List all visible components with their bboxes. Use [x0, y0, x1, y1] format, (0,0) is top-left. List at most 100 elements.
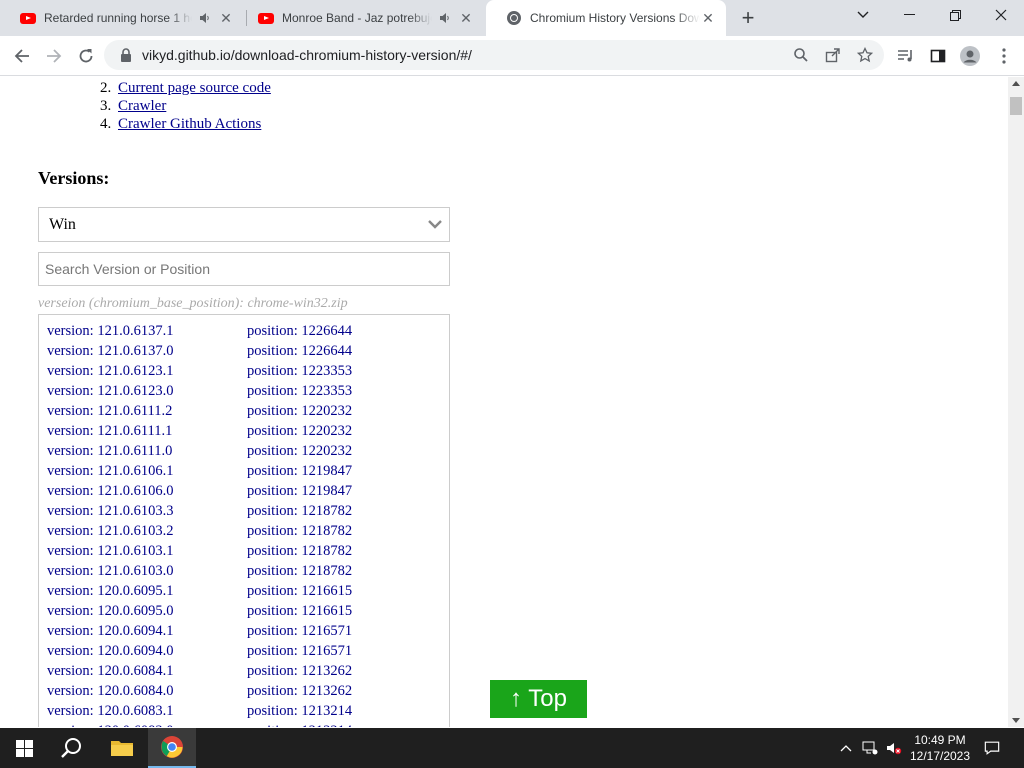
menu-button[interactable] [990, 42, 1018, 70]
more-vertical-icon [1002, 48, 1006, 64]
platform-select-value: Win [49, 215, 76, 233]
version-row[interactable]: version: 121.0.6123.0 position: 1223353 [39, 381, 449, 401]
speaker-icon[interactable] [198, 11, 212, 25]
position-label: position: 1216571 [247, 623, 353, 639]
tab-chromium-history[interactable]: Chromium History Versions Dow ✕ [486, 0, 726, 36]
search-icon [61, 738, 81, 758]
version-row[interactable]: version: 120.0.6084.0 position: 1213262 [39, 681, 449, 701]
position-label: position: 1218782 [247, 503, 353, 519]
platform-select[interactable]: Win [38, 207, 450, 242]
version-row[interactable]: version: 120.0.6094.1 position: 1216571 [39, 621, 449, 641]
version-label: version: 120.0.6084.0 [47, 683, 174, 699]
chrome-taskbar-button[interactable] [148, 728, 196, 768]
search-input[interactable]: Search Version or Position [38, 252, 450, 286]
position-label: position: 1219847 [247, 463, 353, 479]
restore-button[interactable] [932, 0, 978, 30]
tab-youtube-horse[interactable]: Retarded running horse 1 ho ✕ [0, 0, 244, 36]
new-tab-button[interactable]: + [736, 5, 760, 30]
version-row[interactable]: version: 121.0.6123.1 position: 1223353 [39, 361, 449, 381]
network-icon[interactable] [862, 740, 878, 756]
minimize-icon [903, 14, 915, 15]
crawler-link[interactable]: Crawler [118, 98, 166, 114]
search-placeholder: Search Version or Position [45, 261, 210, 277]
system-clock[interactable]: 10:49 PM 12/17/2023 [908, 732, 972, 764]
share-icon[interactable] [822, 44, 844, 66]
version-row[interactable]: version: 120.0.6094.0 position: 1216571 [39, 641, 449, 661]
version-label: version: 121.0.6137.0 [47, 343, 174, 359]
chevron-up-icon[interactable] [838, 740, 854, 756]
version-row[interactable]: version: 121.0.6137.0 position: 1226644 [39, 341, 449, 361]
tab-search-button[interactable] [840, 0, 886, 30]
side-panel-icon [930, 49, 946, 63]
version-row[interactable]: version: 121.0.6103.0 position: 1218782 [39, 561, 449, 581]
close-icon[interactable]: ✕ [700, 10, 716, 26]
close-window-button[interactable] [978, 0, 1024, 30]
forward-button[interactable] [40, 42, 68, 70]
version-row[interactable]: version: 121.0.6106.1 position: 1219847 [39, 461, 449, 481]
version-row[interactable]: version: 121.0.6103.3 position: 1218782 [39, 501, 449, 521]
back-button[interactable] [8, 42, 36, 70]
scroll-up-arrow-icon[interactable] [1012, 81, 1020, 86]
media-queue-icon [898, 50, 912, 62]
version-row[interactable]: version: 121.0.6137.1 position: 1226644 [39, 321, 449, 341]
version-row[interactable]: version: 121.0.6103.1 position: 1218782 [39, 541, 449, 561]
tab-youtube-monroe[interactable]: Monroe Band - Jaz potrebuje ✕ [238, 0, 484, 36]
version-row[interactable]: version: 120.0.6083.1 position: 1213214 [39, 701, 449, 721]
chromium-icon [506, 10, 522, 26]
start-button[interactable] [0, 728, 48, 768]
back-to-top-button[interactable]: ↑ Top [490, 680, 587, 718]
lock-icon[interactable] [118, 47, 134, 63]
position-label: position: 1226644 [247, 323, 353, 339]
zoom-search-icon[interactable] [790, 44, 812, 66]
position-label: position: 1213214 [247, 703, 353, 719]
file-explorer-button[interactable] [98, 728, 146, 768]
version-row[interactable]: version: 121.0.6111.2 position: 1220232 [39, 401, 449, 421]
position-label: position: 1220232 [247, 403, 353, 419]
notifications-icon[interactable] [984, 740, 1000, 756]
chrome-icon [161, 736, 183, 758]
page-scrollbar[interactable] [1008, 77, 1024, 727]
position-label: position: 1223353 [247, 383, 353, 399]
version-list[interactable]: version: 121.0.6137.1 position: 1226644 ve… [38, 314, 450, 727]
version-row[interactable]: version: 121.0.6103.2 position: 1218782 [39, 521, 449, 541]
address-bar[interactable]: vikyd.github.io/download-chromium-histor… [104, 40, 884, 70]
speaker-icon[interactable] [438, 11, 452, 25]
close-icon[interactable]: ✕ [458, 10, 474, 26]
version-label: version: 121.0.6137.1 [47, 323, 174, 339]
tab-title: Retarded running horse 1 ho [44, 11, 192, 25]
source-code-link[interactable]: Current page source code [118, 80, 271, 96]
version-row[interactable]: version: 120.0.6084.1 position: 1213262 [39, 661, 449, 681]
crawler-github-actions-link[interactable]: Crawler Github Actions [118, 116, 261, 132]
version-row[interactable]: version: 120.0.6095.1 position: 1216615 [39, 581, 449, 601]
version-row[interactable]: version: 121.0.6106.0 position: 1219847 [39, 481, 449, 501]
position-label: position: 1216571 [247, 643, 353, 659]
side-panel-button[interactable] [924, 42, 952, 70]
media-controls-button[interactable] [892, 42, 920, 70]
list-number: 2. [100, 80, 112, 96]
clock-time: 10:49 PM [914, 733, 966, 747]
url-text: vikyd.github.io/download-chromium-histor… [142, 47, 472, 63]
scrollbar-thumb[interactable] [1010, 97, 1022, 115]
version-row[interactable]: version: 120.0.6095.0 position: 1216615 [39, 601, 449, 621]
arrow-right-icon [47, 49, 62, 63]
youtube-icon [258, 10, 274, 26]
scroll-down-arrow-icon[interactable] [1012, 718, 1020, 723]
profile-button[interactable] [956, 42, 984, 70]
version-row[interactable]: version: 120.0.6083.0 position: 1213214 [39, 721, 449, 727]
minimize-button[interactable] [886, 0, 932, 30]
reload-button[interactable] [72, 42, 100, 70]
volume-muted-icon[interactable] [886, 740, 902, 756]
resource-links: 2. Current page source code 3. Crawler 4. C… [100, 79, 271, 133]
clock-date: 12/17/2023 [909, 749, 971, 763]
taskbar-search-button[interactable] [48, 728, 96, 768]
position-label: position: 1218782 [247, 563, 353, 579]
list-item: 2. Current page source code [100, 79, 271, 97]
version-row[interactable]: version: 121.0.6111.0 position: 1220232 [39, 441, 449, 461]
position-label: position: 1213262 [247, 663, 353, 679]
version-row[interactable]: version: 121.0.6111.1 position: 1220232 [39, 421, 449, 441]
position-label: position: 1218782 [247, 523, 353, 539]
version-label: version: 121.0.6111.2 [47, 403, 173, 419]
bookmark-star-icon[interactable] [854, 44, 876, 66]
close-icon[interactable]: ✕ [218, 10, 234, 26]
version-label: version: 120.0.6094.1 [47, 623, 174, 639]
